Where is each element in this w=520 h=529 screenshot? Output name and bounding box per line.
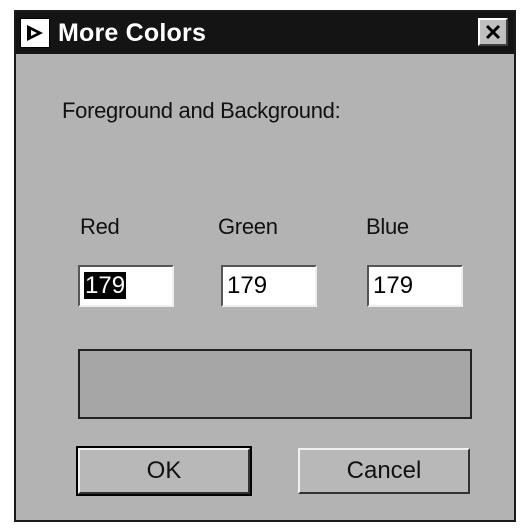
close-button[interactable]	[478, 18, 508, 46]
ok-button[interactable]: OK	[76, 446, 252, 496]
red-label: Red	[80, 214, 120, 239]
close-icon	[485, 24, 501, 40]
red-input[interactable]: 179	[78, 265, 174, 307]
green-value: 179	[227, 272, 268, 299]
title-bar[interactable]: More Colors	[16, 12, 514, 54]
color-preview-swatch	[78, 349, 472, 419]
blue-value: 179	[373, 272, 414, 299]
red-value: 179	[84, 272, 127, 299]
blue-label: Blue	[366, 214, 409, 239]
cancel-button[interactable]: Cancel	[298, 448, 470, 494]
green-input[interactable]: 179	[221, 265, 317, 307]
prompt-label: Foreground and Background:	[62, 98, 341, 123]
green-label: Green	[218, 214, 278, 239]
blue-input[interactable]: 179	[367, 265, 463, 307]
app-icon	[20, 18, 50, 48]
window-title: More Colors	[58, 18, 207, 47]
more-colors-dialog: More Colors Foreground and Background: R…	[14, 10, 516, 522]
